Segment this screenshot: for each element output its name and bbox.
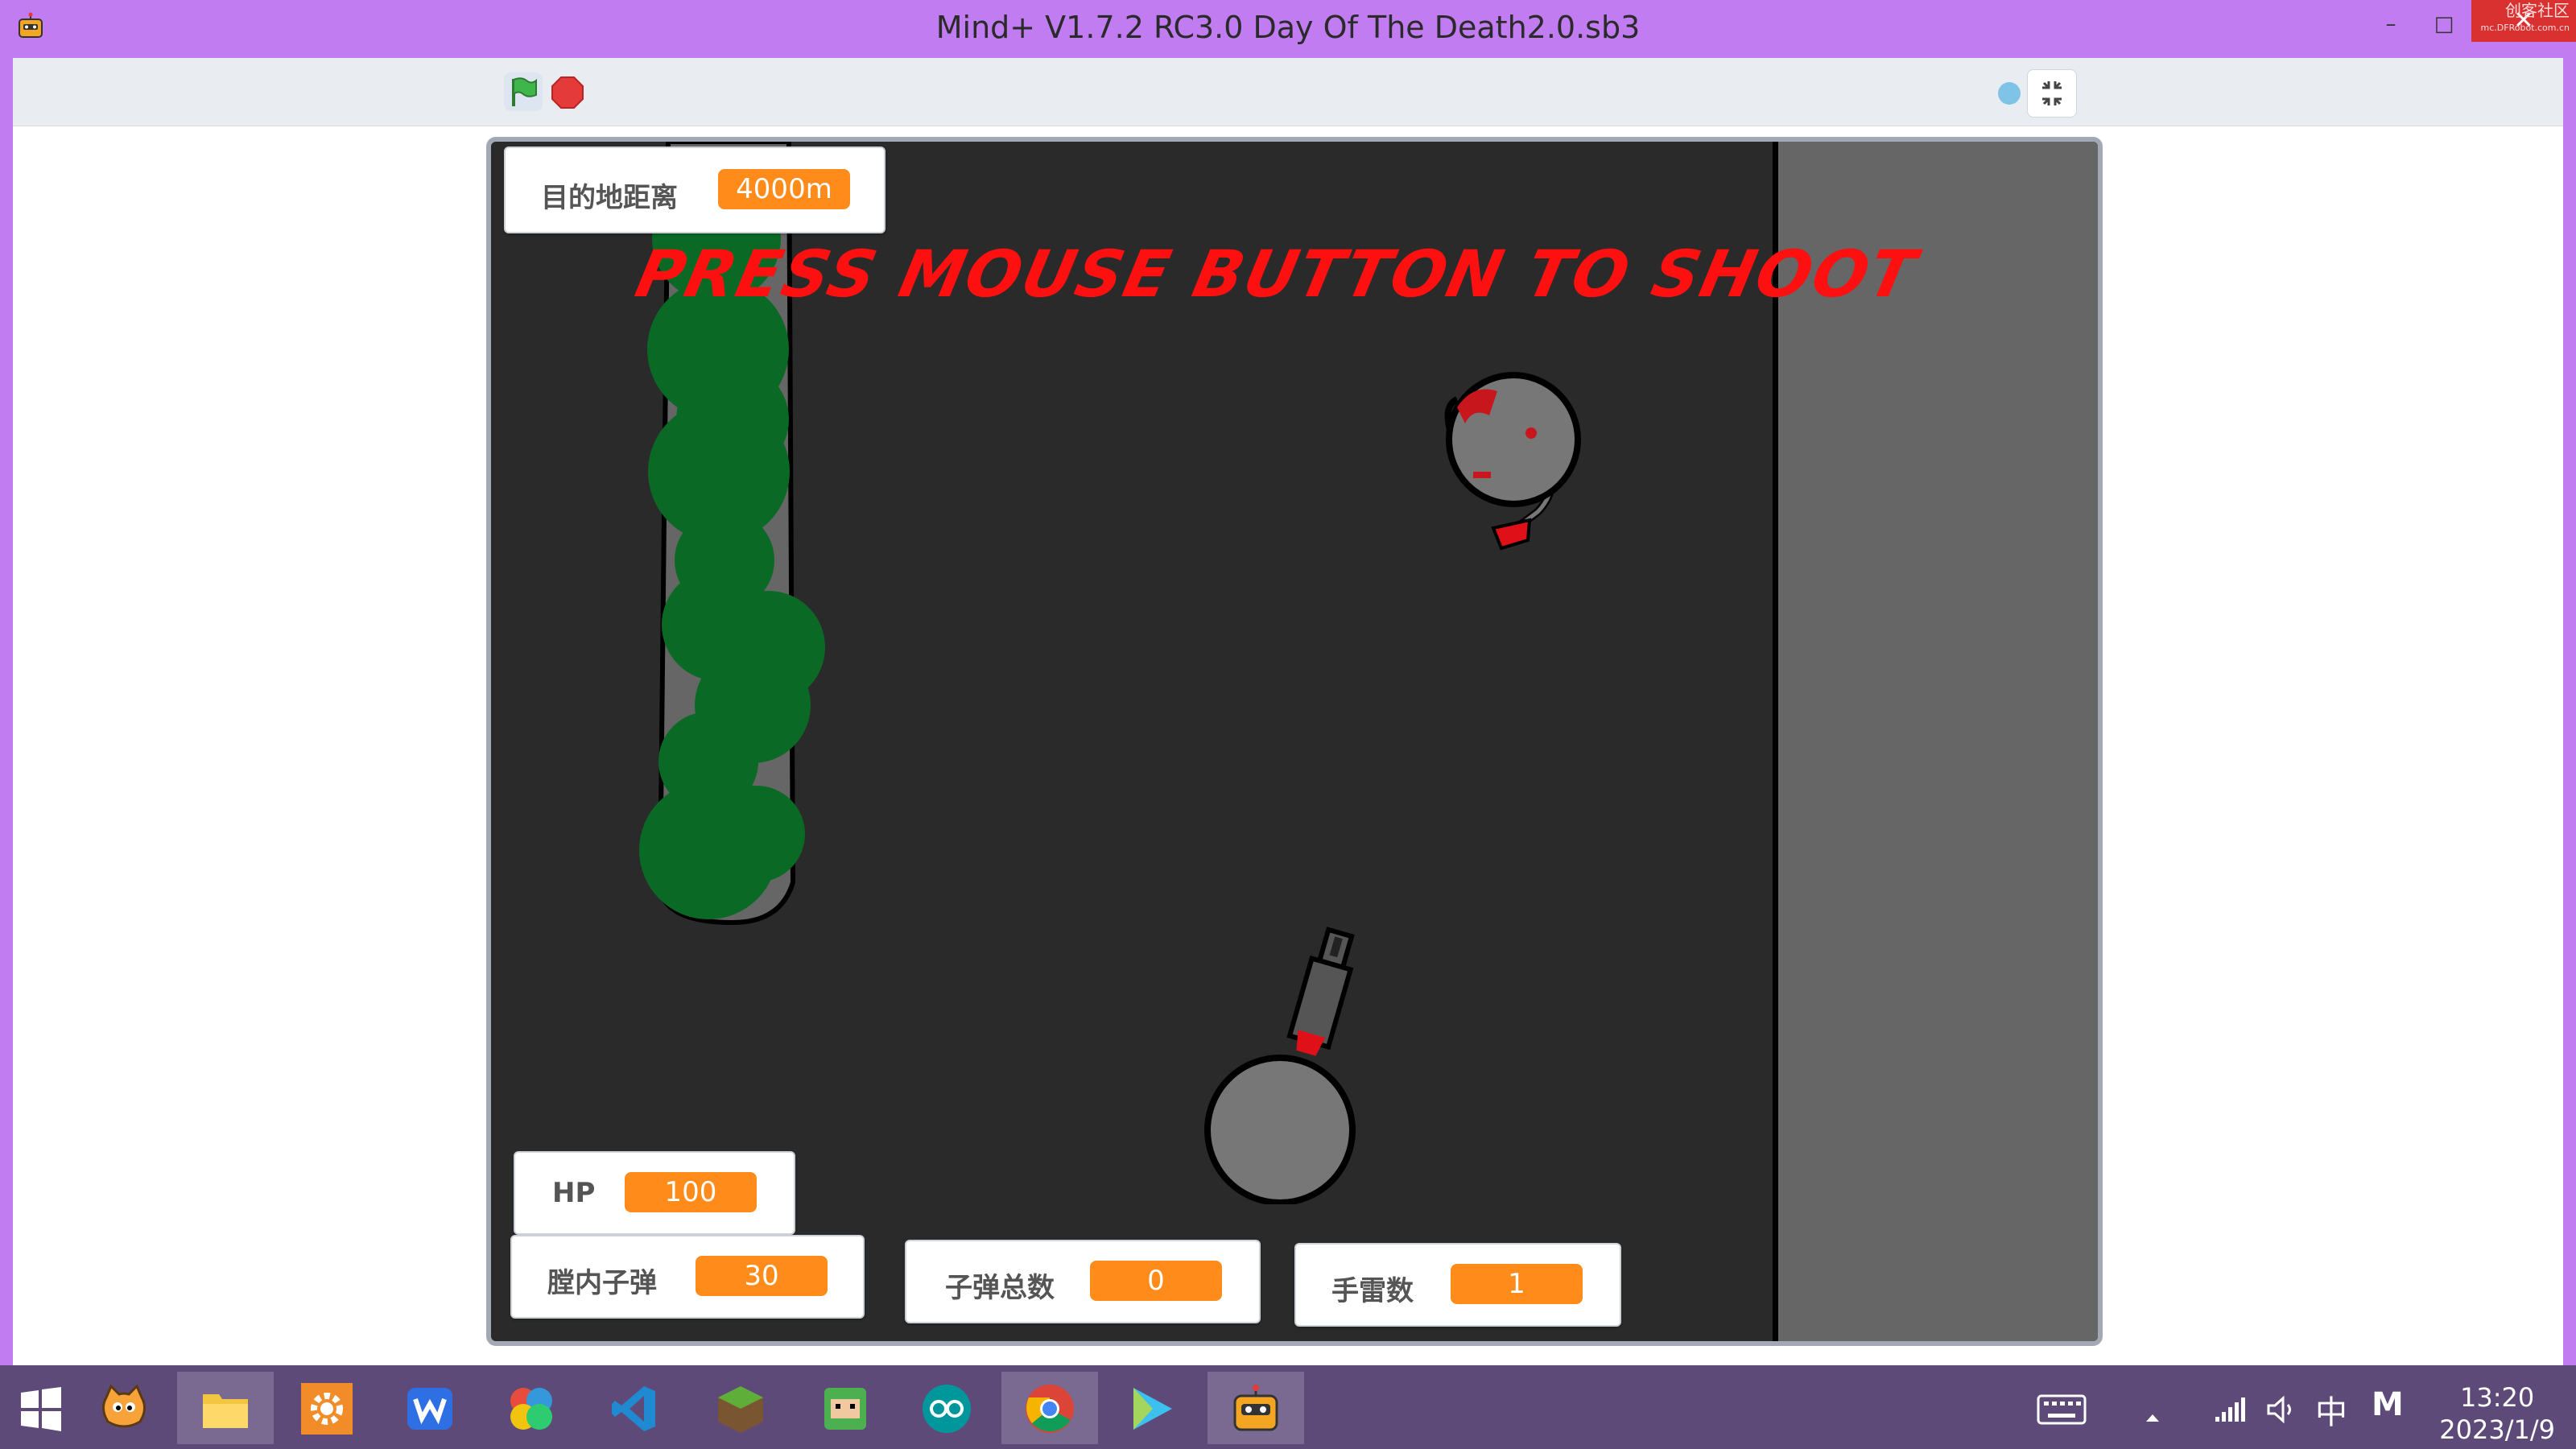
file-explorer-icon	[203, 1394, 248, 1428]
keyboard-icon[interactable]	[2037, 1394, 2087, 1425]
game-stage[interactable]: PRESS MOUSE BUTTON TO SHOOT 目的地距离 4000m …	[486, 137, 2103, 1346]
monitor-chamber-ammo-value: 30	[696, 1256, 828, 1296]
colorful-clover-icon	[510, 1388, 552, 1430]
green-flag-icon	[512, 77, 537, 106]
monitor-grenades-value: 1	[1451, 1264, 1583, 1304]
taskbar-file-explorer[interactable]	[177, 1372, 274, 1444]
monitor-chamber-ammo: 膛内子弹 30	[510, 1235, 865, 1319]
title-bar: Mind+ V1.7.2 RC3.0 Day Of The Death2.0.s…	[0, 0, 2576, 58]
monitor-hp-value: 100	[625, 1172, 757, 1212]
stop-sign-icon	[551, 76, 584, 109]
maximize-button[interactable]: □	[2423, 8, 2465, 40]
signal-icon[interactable]	[2214, 1397, 2246, 1423]
tray-arrow-icon[interactable]	[2145, 1412, 2161, 1423]
game-character-icon	[824, 1388, 866, 1430]
stage-toolbar	[13, 58, 2563, 126]
taskbar-minecraft[interactable]	[692, 1372, 789, 1444]
exit-fullscreen-button[interactable]	[2027, 69, 2077, 118]
ime-mode[interactable]: M	[2372, 1386, 2404, 1423]
monitor-chamber-ammo-label: 膛内子弹	[547, 1267, 657, 1299]
settings-gear-icon	[301, 1383, 353, 1435]
taskbar: 中 M 13:20 2023/1/9	[0, 1365, 2576, 1449]
monitor-hp: HP 100	[514, 1151, 795, 1235]
vscode-icon	[612, 1386, 655, 1431]
monitor-distance-label: 目的地距离	[541, 182, 678, 214]
stop-button[interactable]	[551, 76, 584, 109]
green-flag-button[interactable]	[504, 72, 543, 111]
watermark-bottom: mc.DFRobot.com.cn	[2480, 23, 2570, 33]
volume-icon[interactable]	[2267, 1396, 2299, 1423]
taskbar-vscode[interactable]	[586, 1372, 683, 1444]
minecraft-icon	[718, 1386, 763, 1433]
collapse-icon	[2042, 81, 2062, 105]
mindplus-icon	[1233, 1385, 1278, 1431]
monitor-hp-label: HP	[552, 1177, 596, 1209]
player-sprite	[1204, 927, 1356, 1204]
wps-icon	[407, 1388, 452, 1430]
watermark-top: 创客社区	[2505, 1, 2570, 20]
ime-indicator[interactable]: 中	[2315, 1386, 2347, 1433]
arduino-icon	[923, 1385, 971, 1433]
app-window: PRESS MOUSE BUTTON TO SHOOT 目的地距离 4000m …	[13, 58, 2563, 1365]
sidewalk	[1773, 142, 2098, 1341]
clock-time: 13:20	[2460, 1382, 2535, 1413]
scratch-cat-icon	[102, 1384, 146, 1428]
monitor-distance: 目的地距离 4000m	[504, 147, 886, 233]
taskbar-game-app[interactable]	[797, 1372, 894, 1444]
shoot-instruction: PRESS MOUSE BUTTON TO SHOOT	[630, 237, 1924, 312]
media-player-icon	[1133, 1388, 1172, 1430]
watermark: 创客社区 mc.DFRobot.com.cn	[2481, 2, 2570, 37]
taskbar-chrome[interactable]	[1001, 1372, 1098, 1444]
zombie-sprite	[1444, 372, 1581, 551]
clock-date: 2023/1/9	[2439, 1414, 2555, 1445]
monitor-grenades: 手雷数 1	[1294, 1243, 1621, 1327]
monitor-total-ammo-label: 子弹总数	[945, 1272, 1055, 1304]
minimize-button[interactable]: –	[2370, 8, 2412, 40]
taskbar-mindplus[interactable]	[1208, 1372, 1304, 1444]
taskbar-wps[interactable]	[382, 1372, 478, 1444]
taskbar-arduino[interactable]	[898, 1372, 995, 1444]
clock[interactable]: 13:20 2023/1/9	[2439, 1381, 2555, 1446]
monitor-distance-value: 4000m	[718, 169, 850, 209]
taskbar-clover-app[interactable]	[483, 1372, 580, 1444]
start-icon	[21, 1387, 61, 1431]
monitor-total-ammo-value: 0	[1090, 1261, 1222, 1301]
window-title: Mind+ V1.7.2 RC3.0 Day Of The Death2.0.s…	[935, 10, 1641, 45]
status-dot	[1998, 82, 2021, 105]
monitor-grenades-label: 手雷数	[1331, 1275, 1414, 1307]
monitor-total-ammo: 子弹总数 0	[905, 1240, 1261, 1323]
taskbar-scratch[interactable]	[76, 1372, 172, 1444]
taskbar-media-player[interactable]	[1103, 1372, 1199, 1444]
chrome-icon	[1026, 1385, 1074, 1433]
taskbar-settings[interactable]	[279, 1372, 375, 1444]
